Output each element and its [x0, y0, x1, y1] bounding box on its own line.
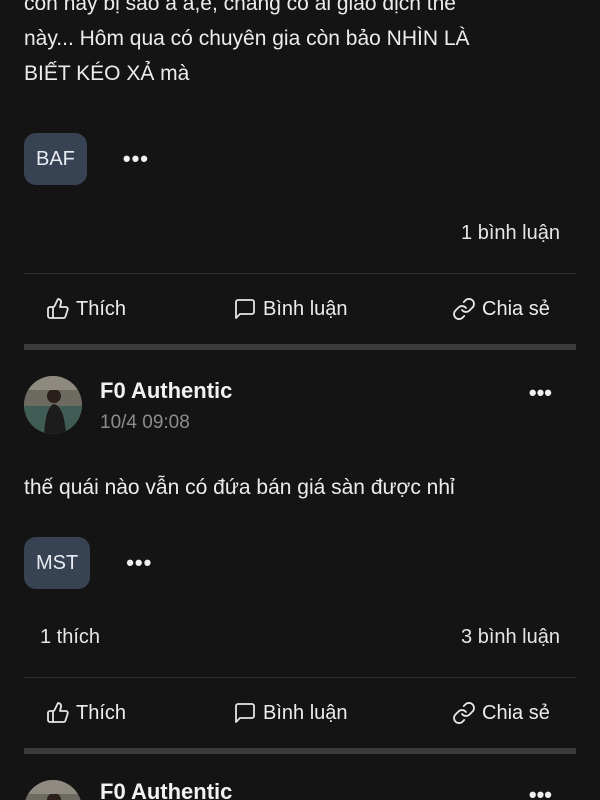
share-button[interactable]: Chia sẻ: [452, 693, 550, 733]
author-name[interactable]: F0 Authentic: [100, 378, 232, 404]
post-stats: 1 thích 3 bình luận: [40, 626, 560, 656]
comment-icon: [235, 299, 255, 319]
tag-row: BAF •••: [24, 133, 149, 185]
comment-icon: [235, 703, 255, 723]
post-text: thế quái nào vẫn có đứa bán giá sàn được…: [24, 476, 455, 499]
more-icon[interactable]: •••: [529, 380, 552, 406]
share-button[interactable]: Chia sẻ: [452, 289, 550, 329]
post-1: con này bị sao à a,e, chẳng có ai giao d…: [0, 0, 600, 345]
comment-label: Bình luận: [263, 701, 348, 724]
more-icon[interactable]: •••: [529, 782, 552, 800]
avatar[interactable]: [24, 376, 82, 434]
avatar[interactable]: [24, 780, 82, 800]
more-icon[interactable]: •••: [123, 146, 149, 172]
comment-count[interactable]: 3 bình luận: [461, 626, 560, 649]
divider: [24, 677, 576, 678]
like-button[interactable]: Thích: [46, 693, 126, 733]
post-3: F0 Authentic •••: [0, 754, 600, 800]
like-count[interactable]: 1 thích: [40, 626, 100, 649]
comment-button[interactable]: Bình luận: [233, 693, 348, 733]
action-bar: Thích Bình luận Chia sẻ: [0, 693, 600, 733]
stock-tag[interactable]: MST: [24, 537, 91, 589]
like-label: Thích: [76, 297, 127, 320]
comment-button[interactable]: Bình luận: [233, 289, 348, 329]
action-bar: Thích Bình luận Chia sẻ: [0, 289, 600, 329]
like-button[interactable]: Thích: [46, 289, 126, 329]
tag-row: MST •••: [24, 537, 152, 589]
thumbs-up-icon: [47, 298, 69, 319]
thumbs-up-icon: [47, 702, 69, 723]
comment-count[interactable]: 1 bình luận: [461, 222, 560, 245]
post-stats: 1 bình luận: [40, 222, 560, 252]
post-text-line: BIẾT KÉO XẢ mà: [24, 62, 190, 85]
share-label: Chia sẻ: [482, 297, 550, 320]
comment-label: Bình luận: [263, 297, 348, 320]
link-icon: [453, 298, 475, 320]
post-2: F0 Authentic 10/4 09:08 ••• thế quái nào…: [0, 350, 600, 750]
post-text: con này bị sao à a,e, chẳng có ai giao d…: [24, 0, 576, 91]
link-icon: [453, 702, 475, 724]
more-icon[interactable]: •••: [126, 550, 152, 576]
share-label: Chia sẻ: [482, 701, 550, 724]
stock-tag[interactable]: BAF: [24, 133, 87, 185]
divider: [24, 273, 576, 274]
author-name[interactable]: F0 Authentic: [100, 779, 232, 800]
post-time: 10/4 09:08: [100, 412, 190, 433]
like-label: Thích: [76, 701, 127, 724]
post-text-line: con này bị sao à a,e, chẳng có ai giao d…: [24, 0, 456, 15]
post-text-line: này... Hôm qua có chuyên gia còn bảo NHÌ…: [24, 27, 470, 50]
